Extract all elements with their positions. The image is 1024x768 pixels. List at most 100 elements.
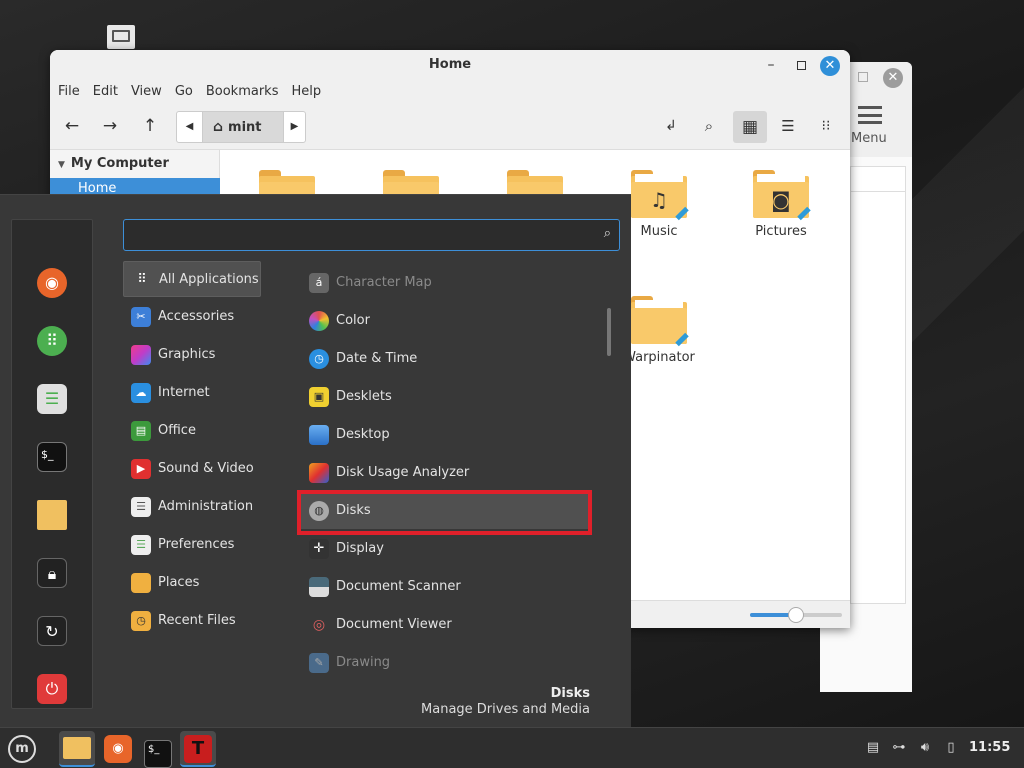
app-document-scanner[interactable]: Document Scanner — [298, 569, 592, 605]
menu-bookmarks[interactable]: Bookmarks — [206, 80, 285, 104]
desktop-computer-icon[interactable] — [107, 25, 135, 49]
office-icon: ▤ — [131, 421, 151, 441]
back-arrow-icon[interactable]: ← — [60, 114, 84, 138]
recent-folder-icon: ◷ — [131, 611, 151, 631]
taskbar-app-icon[interactable]: T — [180, 731, 216, 767]
path-scroll-right-icon[interactable]: ▶ — [283, 112, 305, 142]
search-icon: ⌕ — [603, 226, 611, 241]
taskbar-files-icon[interactable] — [59, 731, 95, 767]
compact-view-icon[interactable]: ⁝⁝ — [814, 114, 838, 138]
selected-app-title: Disks — [550, 686, 590, 701]
folder-icon — [131, 573, 151, 593]
zoom-slider-handle[interactable] — [788, 607, 804, 623]
search-icon[interactable]: ⌕ — [697, 114, 721, 138]
preferences-toggles-icon: ☰ — [131, 535, 151, 555]
character-map-icon: á — [309, 273, 329, 293]
category-administration[interactable]: ☰ Administration — [123, 489, 261, 525]
folder-item-pictures[interactable]: ◙ Pictures — [726, 170, 836, 239]
color-icon — [309, 311, 329, 331]
folder-pictures-icon: ◙ — [753, 170, 811, 221]
category-internet[interactable]: ☁ Internet — [123, 375, 261, 411]
app-character-map[interactable]: á Character Map — [298, 265, 592, 301]
app-disk-usage-analyzer[interactable]: Disk Usage Analyzer — [298, 455, 592, 491]
power-icon[interactable]: ⏻ — [37, 674, 67, 704]
app-list-scrollbar[interactable] — [607, 308, 611, 356]
category-preferences[interactable]: ☰ Preferences — [123, 527, 261, 563]
notes-tray-icon[interactable]: ▤ — [865, 740, 881, 756]
admin-toggles-icon: ☰ — [131, 497, 151, 517]
app-date-time[interactable]: ◷ Date & Time — [298, 341, 592, 377]
category-office[interactable]: ▤ Office — [123, 413, 261, 449]
volume-tray-icon[interactable]: 🔊︎ — [917, 740, 933, 756]
path-home-label: mint — [228, 120, 262, 135]
path-home-button[interactable]: ⌂ mint — [203, 112, 283, 142]
menu-edit[interactable]: Edit — [93, 80, 124, 104]
grid-view-icon[interactable]: ▦ — [733, 111, 767, 143]
taskbar-terminal-icon[interactable]: $_ — [140, 731, 176, 768]
category-sound-video[interactable]: ▶ Sound & Video — [123, 451, 261, 487]
hamburger-menu-icon[interactable] — [858, 106, 882, 124]
cloud-icon: ☁ — [131, 383, 151, 403]
menu-help[interactable]: Help — [291, 80, 327, 104]
app-desklets[interactable]: ▣ Desklets — [298, 379, 592, 415]
close-icon[interactable]: ✕ — [883, 68, 903, 88]
background-window-field — [850, 166, 906, 192]
graphics-icon — [131, 345, 151, 365]
app-color[interactable]: Color — [298, 303, 592, 339]
files-icon[interactable] — [37, 500, 67, 530]
clock[interactable]: 11:55 — [969, 740, 1010, 755]
lock-screen-icon[interactable]: 🔒︎ — [37, 558, 67, 588]
category-all-applications[interactable]: ⠿ All Applications — [123, 261, 261, 297]
battery-tray-icon[interactable]: ▯ — [943, 740, 959, 756]
list-view-icon[interactable]: ☰ — [776, 114, 800, 138]
expand-triangle-icon: ▼ — [58, 160, 65, 170]
menu-file[interactable]: File — [58, 80, 86, 104]
desktop-icon — [309, 425, 329, 445]
mint-menu-icon[interactable]: m — [4, 731, 40, 767]
forward-arrow-icon[interactable]: → — [98, 114, 122, 138]
home-icon: ⌂ — [213, 119, 224, 135]
taskbar: m ◉ $_ T ▤ ⊶ 🔊︎ ▯ 11:55 — [0, 727, 1024, 768]
category-recent-files[interactable]: ◷ Recent Files — [123, 603, 261, 639]
sidebar-section-header[interactable]: ▼ My Computer — [58, 156, 169, 171]
maximize-button[interactable] — [791, 56, 811, 76]
app-document-viewer[interactable]: ◎ Document Viewer — [298, 607, 592, 643]
application-menu: ◉ ⠿ ☰ $_ 🔒︎ ↻ ⏻ ⌕ ⠿ All Applications ✂ Acc… — [0, 194, 631, 727]
toggle-location-icon[interactable]: ↲ — [659, 114, 683, 138]
titlebar[interactable]: Home – ✕ — [50, 50, 850, 80]
taskbar-firefox-icon[interactable]: ◉ — [100, 731, 136, 767]
scissors-icon: ✂ — [131, 307, 151, 327]
path-bar: ◀ ⌂ mint ▶ — [176, 111, 306, 143]
system-settings-icon[interactable]: ☰ — [37, 384, 67, 414]
app-display[interactable]: ✛ Display — [298, 531, 592, 567]
play-icon: ▶ — [131, 459, 151, 479]
scanner-icon — [309, 577, 329, 597]
network-tray-icon[interactable]: ⊶ — [891, 740, 907, 756]
window-title: Home — [428, 57, 472, 72]
terminal-icon[interactable]: $_ — [37, 442, 67, 472]
menu-view[interactable]: View — [131, 80, 168, 104]
menubar: File Edit View Go Bookmarks Help — [50, 80, 850, 104]
software-manager-icon[interactable]: ⠿ — [37, 326, 67, 356]
path-scroll-left-icon[interactable]: ◀ — [177, 112, 203, 142]
app-desktop[interactable]: Desktop — [298, 417, 592, 453]
background-window-panel — [850, 192, 906, 604]
zoom-slider[interactable] — [750, 607, 842, 623]
minimize-button[interactable]: – — [761, 56, 781, 76]
folder-warpinator-icon — [631, 296, 689, 347]
category-graphics[interactable]: Graphics — [123, 337, 261, 373]
search-input[interactable]: ⌕ — [123, 219, 620, 251]
category-places[interactable]: Places — [123, 565, 261, 601]
close-button[interactable]: ✕ — [820, 56, 840, 76]
favorites-bar: ◉ ⠿ ☰ $_ 🔒︎ ↻ ⏻ — [11, 219, 93, 709]
app-drawing[interactable]: ✎ Drawing — [298, 645, 592, 681]
category-accessories[interactable]: ✂ Accessories — [123, 299, 261, 335]
maximize-icon[interactable] — [858, 72, 868, 82]
firefox-icon[interactable]: ◉ — [37, 268, 67, 298]
menu-go[interactable]: Go — [175, 80, 199, 104]
up-arrow-icon[interactable]: ↑ — [138, 114, 162, 138]
toolbar: ← → ↑ ◀ ⌂ mint ▶ ↲ ⌕ ▦ ☰ ⁝⁝ — [50, 104, 850, 150]
logout-icon[interactable]: ↻ — [37, 616, 67, 646]
clock-icon: ◷ — [309, 349, 329, 369]
menu-label: Menu — [851, 131, 887, 146]
